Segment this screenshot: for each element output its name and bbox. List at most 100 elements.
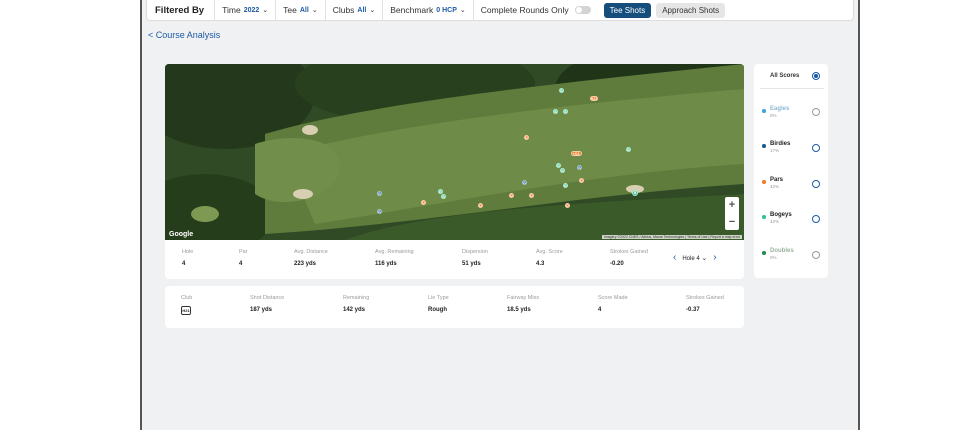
- stat-strokes-gained: Strokes Gained -0.20: [610, 249, 648, 267]
- stat-label: Club: [181, 295, 193, 301]
- clubs-filter[interactable]: Clubs All ⌄: [326, 0, 384, 20]
- stat-value: -0.37: [686, 307, 700, 313]
- shot-marker[interactable]: D: [478, 203, 483, 208]
- tee-shots-button[interactable]: Tee Shots: [603, 2, 652, 18]
- stat-hole: Hole 4: [182, 249, 193, 267]
- satellite-imagery: [165, 64, 744, 240]
- stat-value: 142 yds: [343, 307, 366, 313]
- time-filter-value: 2022: [243, 6, 260, 14]
- stat-value: 4: [598, 307, 602, 313]
- chevron-down-icon: ⌄: [262, 7, 269, 14]
- stat-value: 18.5 yds: [507, 307, 531, 313]
- shot-marker[interactable]: B: [377, 191, 382, 196]
- shot-marker[interactable]: D: [565, 203, 570, 208]
- legend-name: Bogeys: [770, 212, 792, 218]
- tee-filter[interactable]: Tee All ⌄: [276, 0, 326, 20]
- legend-pct: 42%: [770, 219, 780, 224]
- shot-marker[interactable]: B: [559, 88, 564, 93]
- bogeys-radio[interactable]: [812, 215, 820, 223]
- map-attribution[interactable]: Imagery ©2022 CNES / Airbus, Maxar Techn…: [601, 235, 742, 239]
- shot-marker[interactable]: B: [441, 194, 446, 199]
- hole-stats-bar: Hole 4 Par 4 Avg. Distance 223 yds Avg. …: [165, 240, 744, 279]
- stat-label: Hole: [182, 249, 194, 255]
- chevron-down-icon: ⌄: [369, 7, 376, 14]
- score-legend: All Scores Eagles 0% Birdies 17% Pars 42…: [754, 64, 828, 278]
- map-zoom-control: + −: [725, 197, 739, 230]
- shot-marker[interactable]: H21: [590, 96, 598, 101]
- shot-marker[interactable]: B: [560, 168, 565, 173]
- shot-marker[interactable]: H21: [571, 151, 582, 156]
- shot-marker[interactable]: B: [522, 180, 527, 185]
- complete-rounds-label: Complete Rounds Only: [480, 5, 569, 15]
- approach-shots-button[interactable]: Approach Shots: [656, 2, 726, 18]
- hole-navigator: ‹ Hole 4 ⌄ ›: [673, 253, 717, 263]
- time-filter[interactable]: Time 2022 ⌄: [215, 0, 277, 20]
- pars-radio[interactable]: [812, 180, 820, 188]
- shot-marker[interactable]: B: [626, 147, 631, 152]
- tee-filter-value: All: [299, 6, 309, 14]
- shot-marker[interactable]: B: [577, 165, 582, 170]
- doubles-radio[interactable]: [812, 251, 820, 259]
- stat-label: Shot Distance: [250, 295, 285, 301]
- hole-select-value: Hole 4: [682, 256, 700, 262]
- birdies-radio[interactable]: [812, 144, 820, 152]
- shot-marker[interactable]: D: [509, 193, 514, 198]
- stat-label: Strokes Gained: [610, 249, 648, 255]
- stat-label: Lie Type: [428, 295, 449, 301]
- birdie-dot-icon: [762, 144, 766, 148]
- shot-marker[interactable]: B: [563, 183, 568, 188]
- shot-marker[interactable]: D: [421, 200, 426, 205]
- filters-title: Filtered By: [147, 0, 216, 20]
- eagles-radio[interactable]: [812, 108, 820, 116]
- stat-value: Rough: [428, 307, 447, 313]
- stat-avg-remaining: Avg. Remaining 116 yds: [375, 249, 414, 267]
- legend-name: Doubles: [770, 248, 794, 254]
- legend-name: Birdies: [770, 141, 791, 147]
- shot-marker[interactable]: B: [377, 209, 382, 214]
- benchmark-filter-label: Benchmark: [390, 5, 434, 15]
- legend-divider: [760, 88, 824, 89]
- google-logo: Google: [169, 231, 194, 238]
- hole-select[interactable]: Hole 4 ⌄: [682, 254, 707, 262]
- benchmark-filter[interactable]: Benchmark 0 HCP ⌄: [383, 0, 474, 20]
- stat-label: Fairway Miss: [507, 295, 540, 301]
- stat-avg-score: Avg. Score 4.3: [536, 249, 563, 267]
- stat-label: Avg. Score: [536, 249, 563, 255]
- complete-rounds-toggle[interactable]: [574, 6, 591, 14]
- shot-marker[interactable]: D: [529, 193, 534, 198]
- double-dot-icon: [762, 251, 766, 255]
- legend-pct: 0%: [770, 113, 777, 118]
- shot-marker[interactable]: B: [553, 109, 558, 114]
- shot-distance: Shot Distance 187 yds: [250, 295, 284, 313]
- filter-bar: Filtered By Time 2022 ⌄ Tee All ⌄ Clubs …: [146, 0, 854, 21]
- course-analysis-back-link[interactable]: < Course Analysis: [148, 30, 220, 40]
- stat-label: Avg. Remaining: [375, 249, 414, 255]
- legend-pct: 17%: [770, 148, 780, 153]
- stat-value: -0.20: [610, 261, 624, 267]
- chevron-down-icon: ⌄: [311, 7, 318, 14]
- shot-remaining: Remaining 142 yds: [343, 295, 369, 313]
- zoom-in-button[interactable]: +: [729, 199, 735, 211]
- stat-label: Score Made: [598, 295, 628, 301]
- stat-avg-distance: Avg. Distance 223 yds: [294, 249, 328, 267]
- all-scores-radio[interactable]: [812, 72, 820, 80]
- hole-map[interactable]: B B B H21 D H21 B B B B B B D B B B B D …: [165, 64, 744, 240]
- shot-marker[interactable]: B: [632, 190, 638, 196]
- shot-marker[interactable]: B: [563, 109, 568, 114]
- shot-marker[interactable]: B: [556, 163, 561, 168]
- next-hole-button[interactable]: ›: [713, 253, 716, 263]
- shot-marker[interactable]: D: [524, 135, 529, 140]
- stat-value: 4: [182, 261, 186, 267]
- complete-rounds-filter: Complete Rounds Only: [474, 0, 598, 20]
- stat-value: 223 yds: [294, 261, 317, 267]
- shot-marker[interactable]: D: [579, 178, 584, 183]
- shot-club: Club H21: [181, 295, 192, 315]
- zoom-out-button[interactable]: −: [729, 216, 735, 228]
- all-scores-label: All Scores: [770, 73, 800, 79]
- shot-detail-card: Club H21 Shot Distance 187 yds Remaining…: [165, 286, 744, 328]
- previous-hole-button[interactable]: ‹: [673, 253, 676, 263]
- stat-label: Strokes Gained: [686, 295, 724, 301]
- par-dot-icon: [762, 180, 766, 184]
- stat-value: 187 yds: [250, 307, 273, 313]
- time-filter-label: Time: [222, 5, 241, 15]
